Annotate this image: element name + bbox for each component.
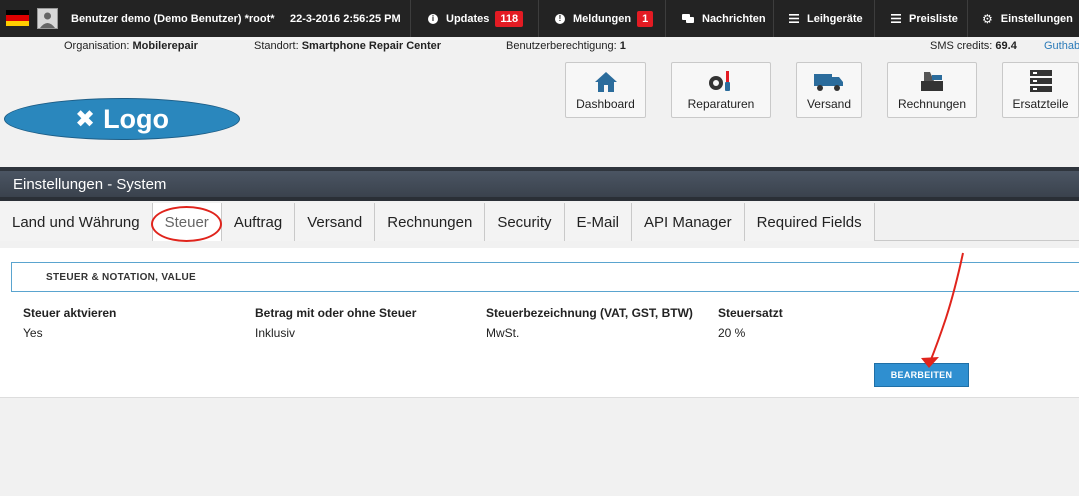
organisation-info: Organisation: Mobilerepair xyxy=(64,40,198,52)
repairs-button[interactable]: Reparaturen xyxy=(671,62,771,118)
server-icon xyxy=(1029,67,1052,93)
page-title: Einstellungen - System xyxy=(13,175,167,193)
shipping-label: Versand xyxy=(806,97,852,111)
edit-button[interactable]: BEARBEITEN xyxy=(874,363,969,387)
permission-info: Benutzerberechtigung: 1 xyxy=(506,40,626,52)
truck-icon xyxy=(814,67,844,93)
datetime: 22-3-2016 2:56:25 PM xyxy=(290,12,401,25)
invoices-label: Rechnungen xyxy=(897,97,967,111)
tab-api-manager[interactable]: API Manager xyxy=(632,203,745,241)
news-link[interactable]: Nachrichten xyxy=(682,0,766,37)
permission-value: 1 xyxy=(619,40,626,52)
updates-badge: 118 xyxy=(495,10,524,27)
dashboard-button[interactable]: Dashboard xyxy=(565,62,646,118)
tax-name-label: Steuerbezeichnung (VAT, GST, BTW) xyxy=(486,306,693,320)
info-icon: i xyxy=(428,13,438,24)
user-avatar-icon[interactable] xyxy=(37,8,58,29)
organisation-label: Organisation: xyxy=(64,40,130,52)
messages-badge: 1 xyxy=(637,10,654,27)
tab-auftrag[interactable]: Auftrag xyxy=(221,203,296,241)
repairs-label: Reparaturen xyxy=(687,97,755,111)
user-name[interactable]: Benutzer demo (Demo Benutzer) *root* xyxy=(71,0,275,37)
tax-inclusive-value: Inklusiv xyxy=(255,326,296,340)
tax-name-value: MwSt. xyxy=(486,326,520,340)
settings-link[interactable]: ⚙ Einstellungen xyxy=(982,0,1073,37)
pricelist-link[interactable]: Preisliste xyxy=(891,0,958,37)
pricelist-label: Preisliste xyxy=(909,12,958,25)
invoices-button[interactable]: Rechnungen xyxy=(887,62,977,118)
tab-versand[interactable]: Versand xyxy=(295,203,376,241)
credit-link[interactable]: Guthab xyxy=(1044,40,1079,52)
logo-text: Logo xyxy=(103,103,170,134)
loan-devices-label: Leihgeräte xyxy=(807,12,863,25)
tab-email[interactable]: E-Mail xyxy=(564,203,633,241)
tab-land-und-waehrung[interactable]: Land und Währung xyxy=(0,203,153,241)
sms-credits: SMS credits: 69.4 xyxy=(930,40,1017,52)
list-icon xyxy=(891,14,901,23)
updates-label: Updates xyxy=(446,12,490,25)
cash-register-icon xyxy=(918,67,946,93)
location-value: Smartphone Repair Center xyxy=(301,40,442,52)
organisation-value: Mobilerepair xyxy=(132,40,198,52)
tax-rate-value: 20 % xyxy=(718,326,746,340)
settings-label: Einstellungen xyxy=(1000,12,1073,25)
tax-enable-value: Yes xyxy=(23,326,43,340)
tax-enable-label: Steuer aktvieren xyxy=(23,306,117,320)
messages-label: Meldungen xyxy=(573,12,632,25)
updates-link[interactable]: i Updates 118 xyxy=(428,0,524,37)
german-flag-icon[interactable] xyxy=(6,10,29,26)
tax-inclusive-label: Betrag mit oder ohne Steuer xyxy=(255,306,417,320)
home-icon xyxy=(594,67,618,93)
location-info: Standort: Smartphone Repair Center xyxy=(254,40,441,52)
spare-parts-label: Ersatzteile xyxy=(1012,97,1069,111)
dashboard-label: Dashboard xyxy=(576,97,635,111)
messages-link[interactable]: ! Meldungen 1 xyxy=(555,0,654,37)
tab-security[interactable]: Security xyxy=(485,203,565,241)
settings-tabs: Land und Währung Steuer Auftrag Versand … xyxy=(0,203,875,241)
list-icon xyxy=(789,14,799,23)
location-label: Standort: xyxy=(254,40,299,52)
news-label: Nachrichten xyxy=(702,12,766,25)
tab-required-fields[interactable]: Required Fields xyxy=(744,203,875,241)
gear-icon: ⚙ xyxy=(982,11,993,26)
sms-credits-value: 69.4 xyxy=(995,40,1017,52)
tools-icon: ✖ xyxy=(74,105,96,133)
tax-rate-label: Steuersatzt xyxy=(718,306,783,320)
tab-rechnungen[interactable]: Rechnungen xyxy=(375,203,486,241)
alert-icon: ! xyxy=(555,13,565,24)
chat-icon xyxy=(682,13,694,24)
annotation-circle xyxy=(151,206,222,242)
permission-label: Benutzerberechtigung: xyxy=(506,40,617,52)
sms-credits-label: SMS credits: xyxy=(930,40,993,52)
shipping-button[interactable]: Versand xyxy=(796,62,862,118)
logo[interactable]: ✖ Logo xyxy=(4,98,240,140)
top-bar: Benutzer demo (Demo Benutzer) *root* 22-… xyxy=(0,0,1079,37)
loan-devices-link[interactable]: Leihgeräte xyxy=(789,0,863,37)
section-title: STEUER & NOTATION, VALUE xyxy=(11,262,1079,292)
header-divider xyxy=(0,197,1079,201)
spare-parts-button[interactable]: Ersatzteile xyxy=(1002,62,1079,118)
repair-tools-icon xyxy=(706,67,736,93)
page-title-bar: Einstellungen - System xyxy=(0,167,1079,197)
